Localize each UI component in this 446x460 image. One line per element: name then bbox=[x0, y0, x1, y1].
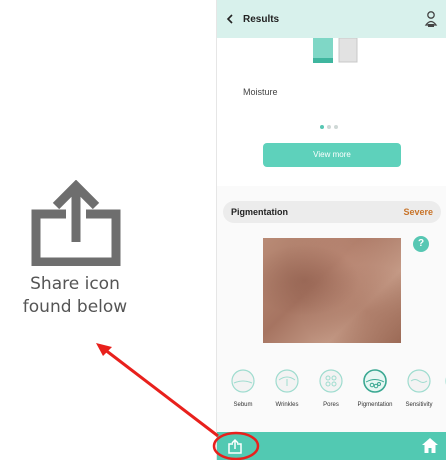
sebum-icon bbox=[231, 369, 255, 393]
chevron-left-icon bbox=[226, 14, 233, 24]
category-sebum[interactable]: Sebum bbox=[221, 369, 265, 419]
skin-analysis-photo bbox=[263, 238, 401, 343]
share-icon[interactable] bbox=[227, 438, 243, 454]
category-irritation[interactable]: Ir bbox=[435, 369, 446, 419]
product-bottles-image bbox=[313, 38, 358, 63]
carousel-dot[interactable] bbox=[320, 125, 324, 129]
annotation-arrow bbox=[103, 347, 219, 438]
view-more-button[interactable]: View more bbox=[263, 143, 401, 167]
caption-line-2: found below bbox=[22, 297, 128, 317]
wrinkles-icon bbox=[275, 369, 299, 393]
analysis-result-bar: Pigmentation Severe bbox=[223, 201, 441, 223]
share-icon-illustration bbox=[31, 180, 121, 266]
carousel-dot[interactable] bbox=[334, 125, 338, 129]
profile-icon[interactable] bbox=[423, 10, 439, 28]
carousel-indicator bbox=[320, 125, 338, 129]
back-button[interactable] bbox=[217, 0, 243, 38]
pigmentation-icon bbox=[363, 369, 387, 393]
analysis-label: Pigmentation bbox=[231, 207, 289, 217]
category-label: Ir bbox=[431, 402, 446, 408]
home-icon[interactable] bbox=[421, 437, 439, 454]
arrow-head bbox=[96, 343, 112, 356]
category-pores[interactable]: Pores bbox=[309, 369, 353, 419]
carousel-dot[interactable] bbox=[327, 125, 331, 129]
product-card: Moisture View more bbox=[217, 38, 446, 186]
app-header: Results bbox=[217, 0, 446, 38]
bottom-bar bbox=[217, 432, 446, 460]
caption-line-1: Share icon bbox=[30, 274, 120, 294]
category-wrinkles[interactable]: Wrinkles bbox=[265, 369, 309, 419]
annotation-caption: Share icon found below bbox=[6, 273, 144, 319]
category-selector: Sebum Wrinkles Pores Pigmentation Sensit… bbox=[217, 369, 446, 419]
severity-badge: Severe bbox=[403, 207, 433, 217]
pores-icon bbox=[319, 369, 343, 393]
phone-screen: Results Moisture View more Pigmentation … bbox=[216, 0, 446, 460]
page-title: Results bbox=[243, 13, 280, 25]
help-button[interactable]: ? bbox=[413, 236, 429, 252]
product-name: Moisture bbox=[243, 87, 278, 97]
sensitivity-icon bbox=[407, 369, 431, 393]
category-pigmentation[interactable]: Pigmentation bbox=[353, 369, 397, 419]
